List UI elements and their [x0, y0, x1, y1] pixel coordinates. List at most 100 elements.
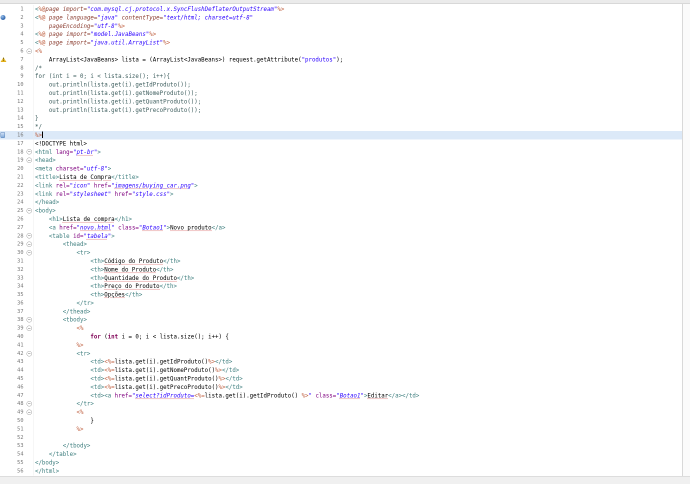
code-text: %>	[76, 425, 84, 433]
gutter-annotation	[0, 55, 11, 63]
gutter-annotation	[0, 324, 11, 332]
collapse-icon[interactable]	[26, 48, 32, 54]
fold-column	[25, 366, 34, 375]
line-number: 20	[17, 165, 24, 172]
code-line-48[interactable]: 48 </tr>	[0, 399, 682, 409]
code-line-50[interactable]: 50 }	[0, 416, 682, 425]
code-line-56[interactable]: 56 </html>	[0, 466, 682, 476]
collapse-icon[interactable]	[26, 250, 32, 256]
line-number: 30	[17, 249, 24, 256]
code-line-34[interactable]: 34 <th>Preço do Produto</th>	[0, 282, 682, 291]
code-line-47[interactable]: 47 <td><a href="select?idProduto=<%=list…	[0, 391, 682, 400]
code-line-40[interactable]: 40 for (int i = 0; i < lista.size(); i++…	[0, 332, 682, 341]
code-line-15[interactable]: 15 */	[0, 122, 682, 131]
code-line-20[interactable]: 20 <meta charset="utf-8">	[0, 164, 682, 173]
code-line-27[interactable]: 27 <a href="novo.html" class="Botao1">No…	[0, 223, 682, 232]
line-number: 45	[17, 375, 24, 382]
fold-column	[25, 206, 34, 215]
code-line-13[interactable]: 13 out.println(lista.get(i).getPrecoProd…	[0, 105, 682, 115]
code-line-51[interactable]: 51 %>	[0, 424, 682, 434]
code-line-53[interactable]: 53 </tbody>	[0, 441, 682, 451]
code-text: <td><%=lista.get(i).getNomeProduto()%></…	[90, 366, 240, 374]
code-line-54[interactable]: 54 </table>	[0, 450, 682, 459]
collapse-icon[interactable]	[26, 149, 32, 155]
code-line-39[interactable]: 39 <%	[0, 324, 682, 333]
code-line-8[interactable]: 8 /*	[0, 63, 682, 73]
code-text: ArrayList<JavaBeans> lista = (ArrayList<…	[35, 55, 344, 63]
code-line-12[interactable]: 12 out.println(lista.get(i).getQuantProd…	[0, 97, 682, 106]
code-line-25[interactable]: 25 <body>	[0, 206, 682, 215]
code-line-26[interactable]: 26 <h1>Lista de compra</h1>	[0, 214, 682, 224]
code-line-36[interactable]: 36 </tr>	[0, 298, 682, 308]
code-line-4[interactable]: 4 <%@ page import="model.JavaBeans"%>	[0, 30, 682, 39]
code-line-43[interactable]: 43 <td><%=lista.get(i).getIdProduto()%><…	[0, 357, 682, 367]
code-line-5[interactable]: 5 <%@ page import="java.util.ArrayList"%>	[0, 38, 682, 47]
line-number: 18	[17, 148, 24, 155]
code-line-1[interactable]: 1 <%@page import="com.mysql.cj.protocol.x…	[0, 5, 682, 14]
gutter-annotation	[0, 5, 11, 13]
collapse-icon[interactable]	[26, 157, 32, 164]
fold-column	[25, 156, 34, 165]
code-line-30[interactable]: 30 <tr>	[0, 248, 682, 257]
code-line-18[interactable]: 18 <html lang="pt-br">	[0, 147, 682, 157]
code-line-7[interactable]: 7 ArrayList<JavaBeans> lista = (ArrayLis…	[0, 55, 682, 64]
code-line-52[interactable]: 52	[0, 433, 682, 442]
code-line-2[interactable]: 2 <%@ page language="java" contentType="t…	[0, 13, 682, 22]
code-line-24[interactable]: 24 </head>	[0, 198, 682, 207]
collapse-icon[interactable]	[26, 350, 32, 357]
code-line-10[interactable]: 10 out.println(lista.get(i).getIdProduto…	[0, 80, 682, 89]
collapse-icon[interactable]	[26, 409, 32, 416]
fold-column	[25, 21, 34, 31]
line-number: 39	[17, 325, 24, 332]
gutter-annotation	[0, 274, 11, 282]
line-number: 51	[17, 425, 24, 432]
code-line-46[interactable]: 46 <td><%=lista.get(i).getPrecoProduto()…	[0, 382, 682, 392]
code-area[interactable]: 1 <%@page import="com.mysql.cj.protocol.x…	[0, 5, 682, 476]
code-line-49[interactable]: 49 <%	[0, 408, 682, 417]
fold-column	[25, 391, 34, 400]
code-line-16[interactable]: 16 %>	[0, 130, 682, 140]
fold-column	[25, 46, 34, 56]
code-line-11[interactable]: 11 out.println(lista.get(i).getNomeProdu…	[0, 88, 682, 98]
code-text: <html lang="pt-br">	[35, 148, 101, 156]
code-line-6[interactable]: 6 <%	[0, 46, 682, 56]
overview-ruler[interactable]	[682, 4, 690, 476]
code-text: </tr>	[76, 299, 94, 307]
code-line-21[interactable]: 21 <title>Lista de Compra</title>	[0, 172, 682, 182]
line-number: 36	[17, 299, 24, 306]
collapse-icon[interactable]	[26, 401, 32, 407]
collapse-icon[interactable]	[26, 241, 32, 248]
code-line-14[interactable]: 14}	[0, 114, 682, 123]
code-text: out.println(lista.get(i).getIdProduto())…	[35, 81, 191, 89]
code-line-32[interactable]: 32 <th>Nome do Produto</th>	[0, 265, 682, 274]
code-line-31[interactable]: 31 <th>Código do Produto</th>	[0, 256, 682, 266]
code-line-42[interactable]: 42 <tr>	[0, 349, 682, 358]
collapse-icon[interactable]	[26, 317, 32, 323]
collapse-icon[interactable]	[26, 325, 32, 332]
fold-column	[25, 298, 34, 308]
code-line-44[interactable]: 44 <td><%=lista.get(i).getNomeProduto()%…	[0, 366, 682, 375]
collapse-icon[interactable]	[26, 233, 32, 239]
line-number: 44	[17, 367, 24, 374]
code-line-28[interactable]: 28 <table id="tabela">	[0, 231, 682, 241]
code-line-33[interactable]: 33 <th>Quantidade do Produto</th>	[0, 273, 682, 283]
code-line-41[interactable]: 41 %>	[0, 340, 682, 350]
collapse-icon[interactable]	[26, 208, 32, 214]
code-line-17[interactable]: 17 <!DOCTYPE html>	[0, 139, 682, 148]
warning-icon	[0, 57, 7, 63]
code-line-37[interactable]: 37 </thead>	[0, 307, 682, 316]
gutter-annotation	[0, 215, 11, 223]
code-line-55[interactable]: 55 </body>	[0, 458, 682, 467]
code-line-3[interactable]: 3 pageEncoding="utf-8"%>	[0, 21, 682, 31]
code-line-29[interactable]: 29 <thead>	[0, 240, 682, 249]
gutter-annotation	[0, 190, 11, 198]
code-line-35[interactable]: 35 <th>Opções</th>	[0, 290, 682, 299]
code-line-9[interactable]: 9 for (int i = 0; i < lista.size(); i++){	[0, 72, 682, 81]
code-text: for (int i = 0; i < lista.size(); i++){	[35, 72, 171, 80]
code-line-38[interactable]: 38 <tbody>	[0, 315, 682, 325]
code-line-22[interactable]: 22 <link rel="icon" href="imagens/buying_…	[0, 181, 682, 190]
code-line-19[interactable]: 19 <head>	[0, 156, 682, 165]
gutter-annotation	[0, 282, 11, 290]
code-line-45[interactable]: 45 <td><%=lista.get(i).getQuantProduto()…	[0, 374, 682, 383]
code-line-23[interactable]: 23 <link rel="stylesheet" href="style.css…	[0, 189, 682, 199]
